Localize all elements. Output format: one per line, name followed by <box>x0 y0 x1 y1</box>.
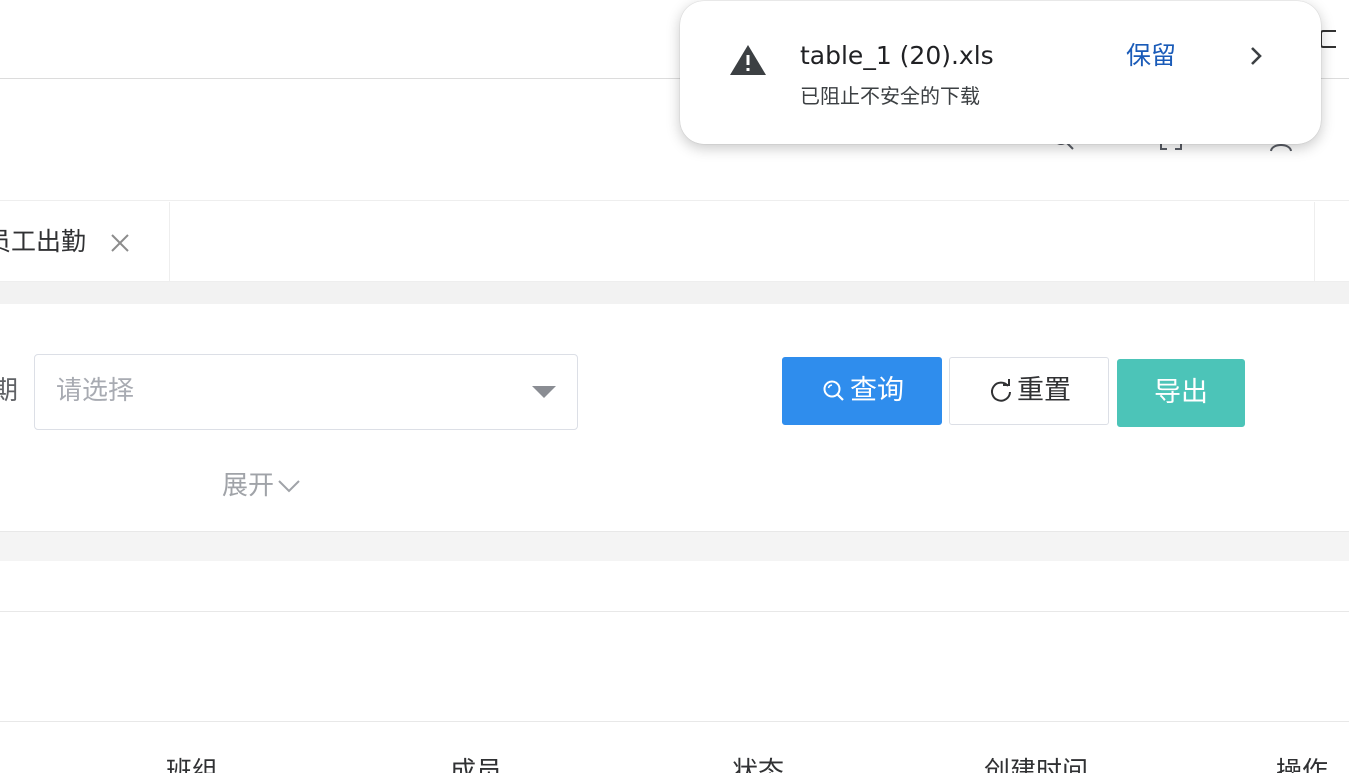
tag-label[interactable]: 员工出勤 <box>0 226 86 258</box>
tags-divider <box>1314 202 1315 282</box>
section-gap <box>0 282 1349 304</box>
section-gap <box>0 532 1349 561</box>
tags-view-bar <box>0 202 1349 282</box>
export-button[interactable]: 导出 <box>1117 359 1245 427</box>
table-toolbar <box>0 561 1349 612</box>
table-header-team: 班组 <box>166 757 219 773</box>
query-label: 查询 <box>850 375 904 406</box>
table-area <box>0 612 1349 722</box>
export-label: 导出 <box>1154 377 1208 408</box>
table-header-created: 创建时间 <box>984 757 1089 773</box>
select-placeholder: 请选择 <box>56 376 135 406</box>
close-icon[interactable] <box>110 233 130 253</box>
reset-button[interactable]: 重置 <box>949 357 1109 425</box>
download-filename: table_1 (20).xls <box>800 41 994 70</box>
table-header-actions: 操作 <box>1276 757 1329 773</box>
chevron-right-icon[interactable] <box>1244 44 1268 68</box>
field-label: 期 <box>0 376 19 406</box>
expand-toggle[interactable]: 展开 <box>222 470 302 502</box>
reset-label: 重置 <box>1017 375 1071 406</box>
keep-download-button[interactable]: 保留 <box>1126 40 1176 72</box>
app-page: 员工出勤 期 请选择 查询 重置 导出 展开 班组 成员 状态 创建时间 操作 <box>0 0 1349 773</box>
download-bubble <box>680 1 1321 144</box>
caret-down-icon[interactable] <box>532 386 556 398</box>
table-header-member: 成员 <box>450 757 503 773</box>
query-button[interactable]: 查询 <box>782 357 942 425</box>
search-icon <box>820 377 848 405</box>
download-status: 已阻止不安全的下载 <box>800 84 980 108</box>
window-restore-icon[interactable] <box>1320 30 1336 48</box>
table-header-status: 状态 <box>732 757 785 773</box>
warning-icon <box>729 44 767 76</box>
expand-label: 展开 <box>222 471 275 501</box>
refresh-icon <box>987 377 1015 405</box>
chevron-down-icon <box>276 473 302 499</box>
